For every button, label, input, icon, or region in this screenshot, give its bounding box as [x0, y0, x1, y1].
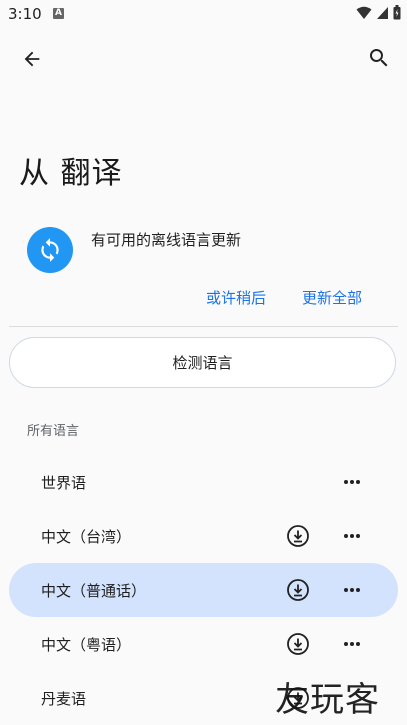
more-horizontal-icon — [344, 480, 360, 484]
detect-language-button[interactable]: 检测语言 — [9, 337, 396, 388]
signal-icon — [377, 6, 388, 19]
download-button[interactable] — [285, 523, 311, 549]
more-horizontal-icon — [344, 642, 360, 646]
more-horizontal-icon — [344, 588, 360, 592]
notification-icon: A — [53, 8, 64, 19]
divider — [9, 326, 398, 327]
language-name: 中文（普通话） — [41, 581, 147, 600]
later-button[interactable]: 或许稍后 — [206, 287, 266, 308]
status-icons — [356, 5, 401, 20]
language-row[interactable]: 世界语 — [9, 455, 398, 509]
language-row[interactable]: 中文（台湾） — [9, 509, 398, 563]
language-name: 世界语 — [41, 473, 87, 492]
battery-icon — [393, 5, 401, 20]
update-badge — [27, 227, 73, 273]
watermark: 友玩客 — [275, 680, 380, 720]
section-label-all-languages: 所有语言 — [27, 424, 80, 439]
more-options-button[interactable] — [339, 523, 365, 549]
status-time: 3:10 — [8, 5, 42, 23]
language-name: 中文（粤语） — [41, 635, 132, 654]
search-icon — [370, 49, 388, 67]
language-row[interactable]: 中文（粤语） — [9, 617, 398, 671]
top-app-bar — [0, 36, 407, 82]
download-icon — [287, 633, 309, 655]
language-row-selected[interactable]: 中文（普通话） — [9, 563, 398, 617]
sync-icon — [41, 238, 59, 262]
more-options-button[interactable] — [339, 577, 365, 603]
download-icon — [287, 525, 309, 547]
download-button[interactable] — [285, 577, 311, 603]
language-name: 丹麦语 — [41, 689, 87, 708]
update-all-button[interactable]: 更新全部 — [302, 287, 362, 308]
arrow-back-icon — [24, 51, 40, 67]
download-icon — [287, 579, 309, 601]
wifi-icon — [356, 6, 372, 19]
update-message: 有可用的离线语言更新 — [91, 231, 242, 249]
download-button[interactable] — [285, 631, 311, 657]
back-button[interactable] — [12, 39, 52, 79]
search-button[interactable] — [359, 38, 399, 78]
status-bar: 3:10 A — [0, 0, 407, 28]
more-options-button[interactable] — [339, 631, 365, 657]
more-options-button[interactable] — [339, 469, 365, 495]
language-name: 中文（台湾） — [41, 527, 132, 546]
page-title: 从 翻译 — [19, 156, 123, 191]
more-horizontal-icon — [344, 534, 360, 538]
